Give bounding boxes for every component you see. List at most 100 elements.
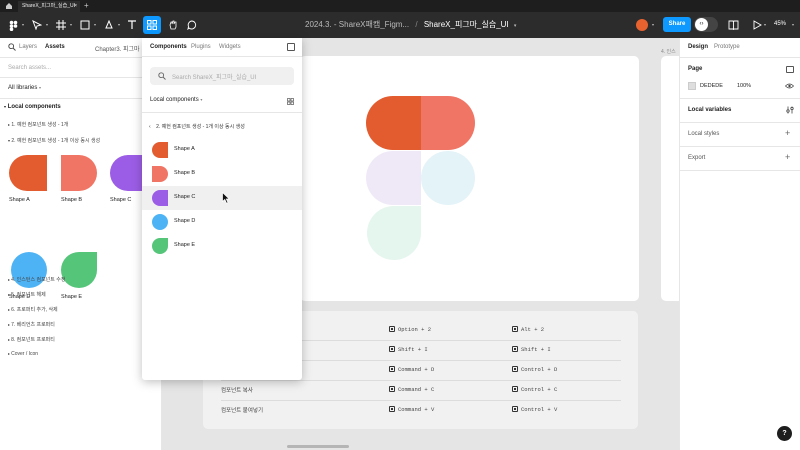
tab-prototype[interactable]: Prototype [714, 44, 740, 50]
page-settings-icon[interactable] [786, 66, 794, 73]
page-breadcrumb[interactable]: Chapter3. 피그마 [95, 44, 140, 53]
logo-frame[interactable] [300, 56, 639, 301]
chevron-down-icon: ▾ [118, 22, 121, 27]
components-grid-icon [147, 20, 157, 30]
popup-tab-components[interactable]: Components [150, 44, 187, 50]
divider [680, 57, 800, 58]
chevron-down-icon: ▾ [39, 85, 42, 90]
component-list-item[interactable]: Shape D [142, 210, 302, 234]
component-label: Shape B [174, 170, 196, 176]
popup-tab-plugins[interactable]: Plugins [191, 44, 211, 50]
chevron-down-icon: ▾ [8, 138, 11, 143]
library-book-icon[interactable] [728, 20, 739, 31]
move-tool-button[interactable] [28, 16, 46, 34]
share-button[interactable]: Share [663, 17, 691, 32]
play-icon[interactable] [752, 20, 762, 30]
keyboard-key-icon [389, 326, 395, 333]
shape-thumb-d[interactable] [9, 250, 49, 290]
shape-thumb-b[interactable] [59, 153, 99, 193]
component-list-item[interactable]: Shape E [142, 234, 302, 258]
group-item[interactable]: ▸ 7. 베리언츠 프로퍼티 [8, 321, 55, 328]
comment-tool-button[interactable] [183, 16, 201, 34]
add-export-plus-icon[interactable]: + [785, 152, 790, 162]
group-item[interactable]: ▾ 2. 예헌 컴포넌트 생성 - 1개 이상 동시 생성 [8, 137, 100, 144]
resources-tool-button[interactable] [143, 16, 161, 34]
new-tab-button[interactable]: + [84, 1, 89, 10]
chevron-down-icon: ▾ [200, 97, 203, 102]
group-item[interactable]: ▸ 4. 인스턴스 컴포넌트 수정 [8, 276, 65, 283]
libraries-dropdown[interactable]: All libraries ▾ [8, 85, 41, 91]
file-name[interactable]: ShareX_피그마_실습_UI [424, 20, 509, 29]
eye-icon[interactable] [784, 83, 795, 89]
add-style-plus-icon[interactable]: + [785, 128, 790, 138]
shortcut-mac: Command + D [389, 366, 434, 373]
help-button[interactable]: ? [777, 426, 792, 441]
component-list-item[interactable]: Shape B [142, 162, 302, 186]
partial-frame[interactable] [661, 56, 679, 301]
shape-thumb-c[interactable] [110, 153, 142, 193]
shape-label: Shape A [9, 197, 30, 203]
horizontal-scrollbar[interactable] [287, 445, 349, 448]
component-list-item[interactable]: Shape A [142, 138, 302, 162]
keyboard-key-icon [389, 406, 395, 413]
frame-tool-button[interactable] [52, 16, 70, 34]
popup-search-input[interactable]: Search ShareX_피그마_실습_UI [150, 67, 294, 85]
tab-assets[interactable]: Assets [45, 44, 65, 50]
shortcut-row: 컴포넌트 붙여넣기 Command + V Control + V [203, 401, 638, 421]
shape-thumb-e[interactable] [59, 250, 99, 290]
divider [680, 122, 800, 123]
page-opacity-value[interactable]: 100% [737, 83, 751, 89]
text-icon [128, 20, 136, 29]
document-breadcrumb[interactable]: 2024.3. - ShareX패캠_Figm... / ShareX_피그마_… [305, 12, 516, 38]
local-components-dropdown[interactable]: Local components ▾ [150, 97, 202, 103]
text-tool-button[interactable] [123, 16, 141, 34]
avatar[interactable] [636, 19, 648, 31]
local-styles-label[interactable]: Local styles [688, 131, 719, 137]
grid-view-icon[interactable] [287, 98, 294, 105]
group-item[interactable]: ▸ 1. 예헌 컴포넌트 생성 - 1개 [8, 121, 68, 128]
shortcut-row: 컴포넌트 복사 Command + C Control + C [203, 381, 638, 401]
chevron-down-icon: ▾ [764, 22, 767, 27]
shortcut-windows: Control + V [512, 406, 557, 413]
shortcut-label: 컴포넌트 복사 [221, 388, 253, 394]
chevron-down-icon: ▾ [46, 22, 49, 27]
page-color-value[interactable]: DEDEDE [700, 83, 723, 89]
popup-expand-icon[interactable] [287, 43, 295, 51]
main-toolbar: ▾ ▾ ▾ ▾ ▾ 2024.3. - ShareX패캠_Figm... / S… [0, 12, 800, 38]
page-color-swatch[interactable] [688, 82, 696, 90]
local-variables-label[interactable]: Local variables [688, 107, 731, 113]
frame-label[interactable]: 4. 인스 [661, 48, 676, 55]
page-section-title: Page [688, 66, 703, 72]
shape-thumb-a[interactable] [9, 153, 49, 193]
assets-search-input[interactable]: Search assets... [8, 65, 51, 71]
hand-tool-button[interactable] [164, 16, 182, 34]
document-title[interactable]: 2024.3. - ShareX패캠_Figm... [305, 20, 409, 29]
browser-tab[interactable]: ShareX_피그마_실습_UI × [18, 1, 80, 12]
shape-tool-button[interactable] [76, 16, 94, 34]
component-thumb-icon [152, 238, 168, 254]
tab-design[interactable]: Design [688, 44, 708, 50]
components-popup: Components Plugins Widgets Search ShareX… [142, 38, 302, 380]
figma-menu-button[interactable] [4, 16, 22, 34]
tab-close-icon[interactable]: × [74, 1, 77, 12]
sidebar-search-icon[interactable] [8, 43, 16, 51]
pen-tool-button[interactable] [100, 16, 118, 34]
local-components-header[interactable]: ▾ Local components [4, 104, 61, 110]
variables-adjust-icon[interactable] [786, 106, 794, 114]
group-item[interactable]: ▸ Cover / Icon [8, 351, 38, 357]
group-item[interactable]: ▸ 6. 프로퍼티 추가, 삭제 [8, 306, 58, 313]
popup-tab-widgets[interactable]: Widgets [219, 44, 241, 50]
local-label: Local components [150, 97, 199, 103]
divider [0, 77, 162, 78]
home-icon[interactable] [5, 2, 13, 10]
tab-layers[interactable]: Layers [19, 44, 37, 50]
group-item[interactable]: ▸ 8. 컴포넌트 프로퍼티 [8, 336, 55, 343]
shortcut-label: 컴포넌트 붙여넣기 [221, 408, 264, 414]
zoom-level[interactable]: 45% [774, 21, 786, 27]
right-panel: Design Prototype Page DEDEDE 100% Local … [679, 38, 800, 450]
group-label: 7. 베리언츠 프로퍼티 [11, 322, 55, 328]
export-label[interactable]: Export [688, 155, 705, 161]
dev-mode-toggle[interactable]: ‹› [694, 17, 718, 32]
back-navigation[interactable]: ‹ 2. 예헌 컴포넌트 생성 - 1개 이상 동시 생성 [149, 123, 245, 130]
group-item[interactable]: ▸ 5. 컴포넌트 해제 [8, 291, 46, 298]
